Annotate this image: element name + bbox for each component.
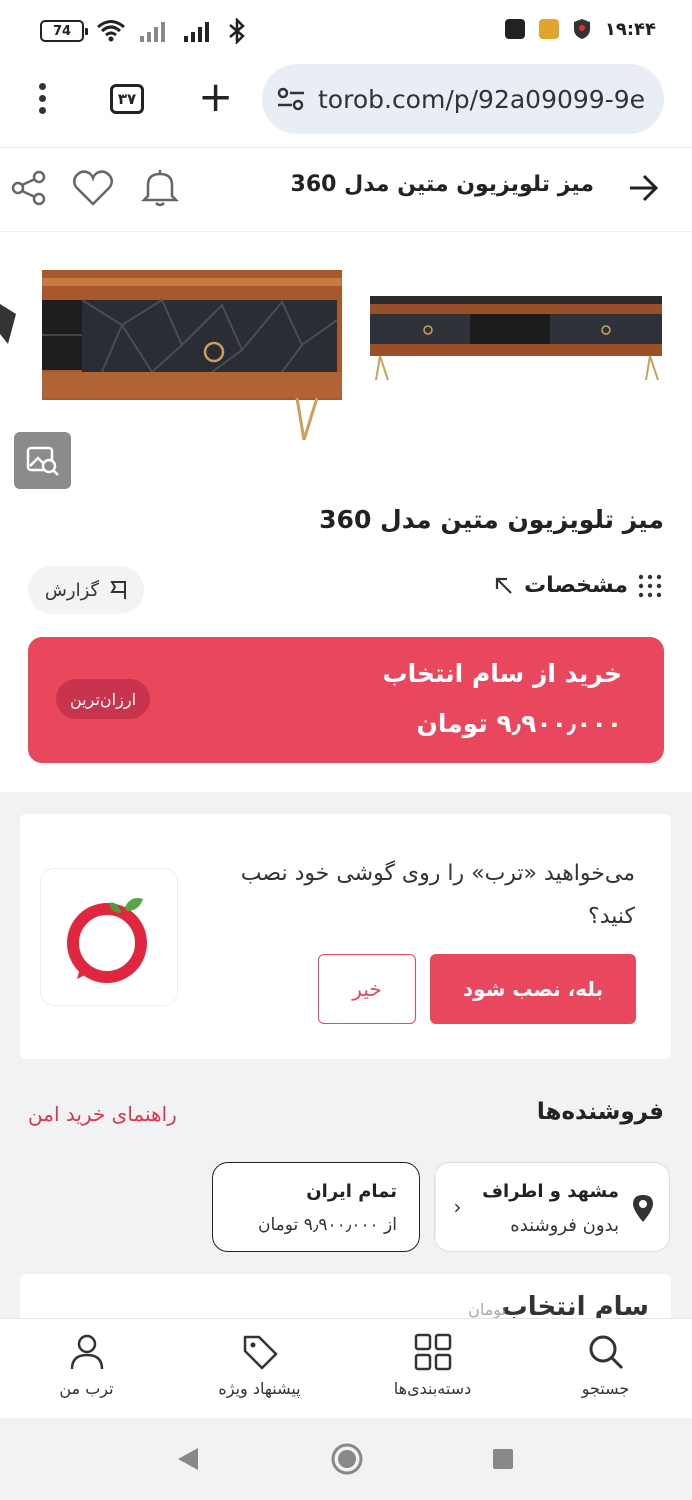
page-header: میز تلویزیون متین مدل 360 bbox=[0, 148, 692, 232]
flag-icon bbox=[110, 581, 127, 599]
status-right: ۱۹:۴۴ bbox=[504, 18, 656, 40]
install-no-button[interactable]: خیر bbox=[318, 954, 416, 1024]
location-filter[interactable]: مشهد و اطراف بدون فروشنده ‹ bbox=[434, 1162, 670, 1252]
buy-price: ۹٫۹۰۰٫۰۰۰ تومان bbox=[416, 709, 622, 738]
product-image-partial[interactable] bbox=[0, 304, 16, 344]
address-bar[interactable]: torob.com/p/92a09099-9e bbox=[262, 64, 664, 134]
location-sub: بدون فروشنده bbox=[510, 1215, 619, 1236]
status-left: 74 bbox=[40, 18, 248, 44]
all-iran-price: از ۹٫۹۰۰٫۰۰۰ تومان bbox=[258, 1215, 397, 1235]
search-icon bbox=[589, 1335, 623, 1370]
product-title: میز تلویزیون متین مدل 360 bbox=[319, 505, 664, 534]
nav-search-label: جستجو bbox=[581, 1379, 630, 1398]
heart-icon[interactable] bbox=[72, 169, 114, 207]
site-settings-icon[interactable] bbox=[276, 86, 306, 112]
cheapest-badge: ارزان‌ترین bbox=[56, 679, 151, 719]
back-arrow-icon[interactable] bbox=[628, 172, 660, 204]
signal-icon bbox=[140, 22, 165, 42]
nav-special-offers-label: پیشنهاد ویژه bbox=[218, 1379, 301, 1398]
sellers-section: می‌خواهید «ترب» را روی گوشی خود نصب کنید… bbox=[0, 792, 692, 1334]
arrow-up-left-icon bbox=[495, 577, 512, 594]
grid-dots-icon bbox=[638, 574, 662, 597]
install-prompt-text: می‌خواهید «ترب» را روی گوشی خود نصب کنید… bbox=[240, 861, 635, 929]
shield-icon bbox=[573, 19, 590, 39]
specs-link[interactable]: مشخصات bbox=[494, 573, 662, 598]
browser-toolbar: ۳۷ + torob.com/p/92a09099-9e bbox=[0, 60, 692, 148]
specs-label: مشخصات bbox=[524, 573, 628, 598]
system-navigation-bar bbox=[0, 1418, 692, 1500]
battery-indicator: 74 bbox=[40, 20, 88, 42]
recents-icon[interactable] bbox=[492, 1448, 514, 1470]
torob-logo-icon bbox=[67, 898, 147, 983]
nav-my-torob-label: ترب من bbox=[59, 1379, 114, 1398]
tag-icon bbox=[243, 1335, 277, 1370]
home-icon[interactable] bbox=[330, 1442, 364, 1476]
nav-my-torob[interactable]: ترب من bbox=[0, 1319, 173, 1418]
wifi-icon bbox=[97, 20, 125, 42]
location-name: مشهد و اطراف bbox=[482, 1181, 619, 1202]
image-search-button[interactable] bbox=[14, 432, 71, 489]
header-title: میز تلویزیون متین مدل 360 bbox=[290, 172, 594, 197]
buy-title: خرید از سام انتخاب bbox=[382, 659, 622, 688]
bluetooth-icon bbox=[229, 18, 245, 44]
grid-icon bbox=[414, 1333, 451, 1371]
bottom-navigation: جستجو دسته‌بندی‌ها پیشنهاد ویژه ترب من bbox=[0, 1318, 692, 1418]
install-app-card: می‌خواهید «ترب» را روی گوشی خود نصب کنید… bbox=[20, 814, 671, 1059]
nav-categories-label: دسته‌بندی‌ها bbox=[393, 1379, 472, 1398]
location-pin-icon bbox=[633, 1195, 653, 1222]
product-gallery[interactable] bbox=[0, 232, 692, 497]
product-image-full[interactable] bbox=[368, 294, 664, 384]
report-label: گزارش bbox=[44, 579, 100, 601]
safe-purchase-guide-link[interactable]: راهنمای خرید امن bbox=[28, 1102, 177, 1126]
nav-special-offers[interactable]: پیشنهاد ویژه bbox=[173, 1319, 346, 1418]
torob-app-icon bbox=[40, 868, 178, 1006]
chevron-left-icon: ‹ bbox=[435, 1163, 479, 1251]
buy-box[interactable]: خرید از سام انتخاب ۹٫۹۰۰٫۰۰۰ تومان ارزان… bbox=[28, 637, 664, 763]
tab-switcher-button[interactable]: ۳۷ bbox=[110, 84, 144, 114]
all-iran-name: تمام ایران bbox=[306, 1181, 397, 1202]
app-notification-icon bbox=[504, 19, 525, 39]
bell-icon[interactable] bbox=[138, 168, 182, 208]
install-yes-button[interactable]: بله، نصب شود bbox=[430, 954, 636, 1024]
signal-icon-2 bbox=[184, 22, 209, 42]
more-options-icon[interactable] bbox=[30, 80, 54, 120]
report-button[interactable]: گزارش bbox=[28, 566, 144, 614]
user-icon bbox=[70, 1334, 103, 1370]
image-search-icon bbox=[26, 446, 59, 476]
clock-text: ۱۹:۴۴ bbox=[604, 18, 656, 40]
seller-sub: تومان bbox=[468, 1300, 506, 1319]
share-icon[interactable] bbox=[10, 169, 48, 207]
product-image-closeup[interactable] bbox=[42, 270, 342, 440]
nav-search[interactable]: جستجو bbox=[519, 1319, 692, 1418]
nav-categories[interactable]: دسته‌بندی‌ها bbox=[346, 1319, 519, 1418]
status-bar: 74 ۱۹:۴۴ bbox=[0, 0, 692, 60]
header-actions bbox=[10, 168, 182, 208]
all-iran-filter[interactable]: تمام ایران از ۹٫۹۰۰٫۰۰۰ تومان bbox=[212, 1162, 420, 1252]
app-notification-icon-2 bbox=[538, 19, 559, 39]
sellers-title: فروشنده‌ها bbox=[536, 1099, 664, 1125]
back-icon[interactable] bbox=[176, 1446, 200, 1472]
new-tab-icon[interactable]: + bbox=[198, 76, 233, 118]
url-text: torob.com/p/92a09099-9e bbox=[318, 84, 646, 114]
